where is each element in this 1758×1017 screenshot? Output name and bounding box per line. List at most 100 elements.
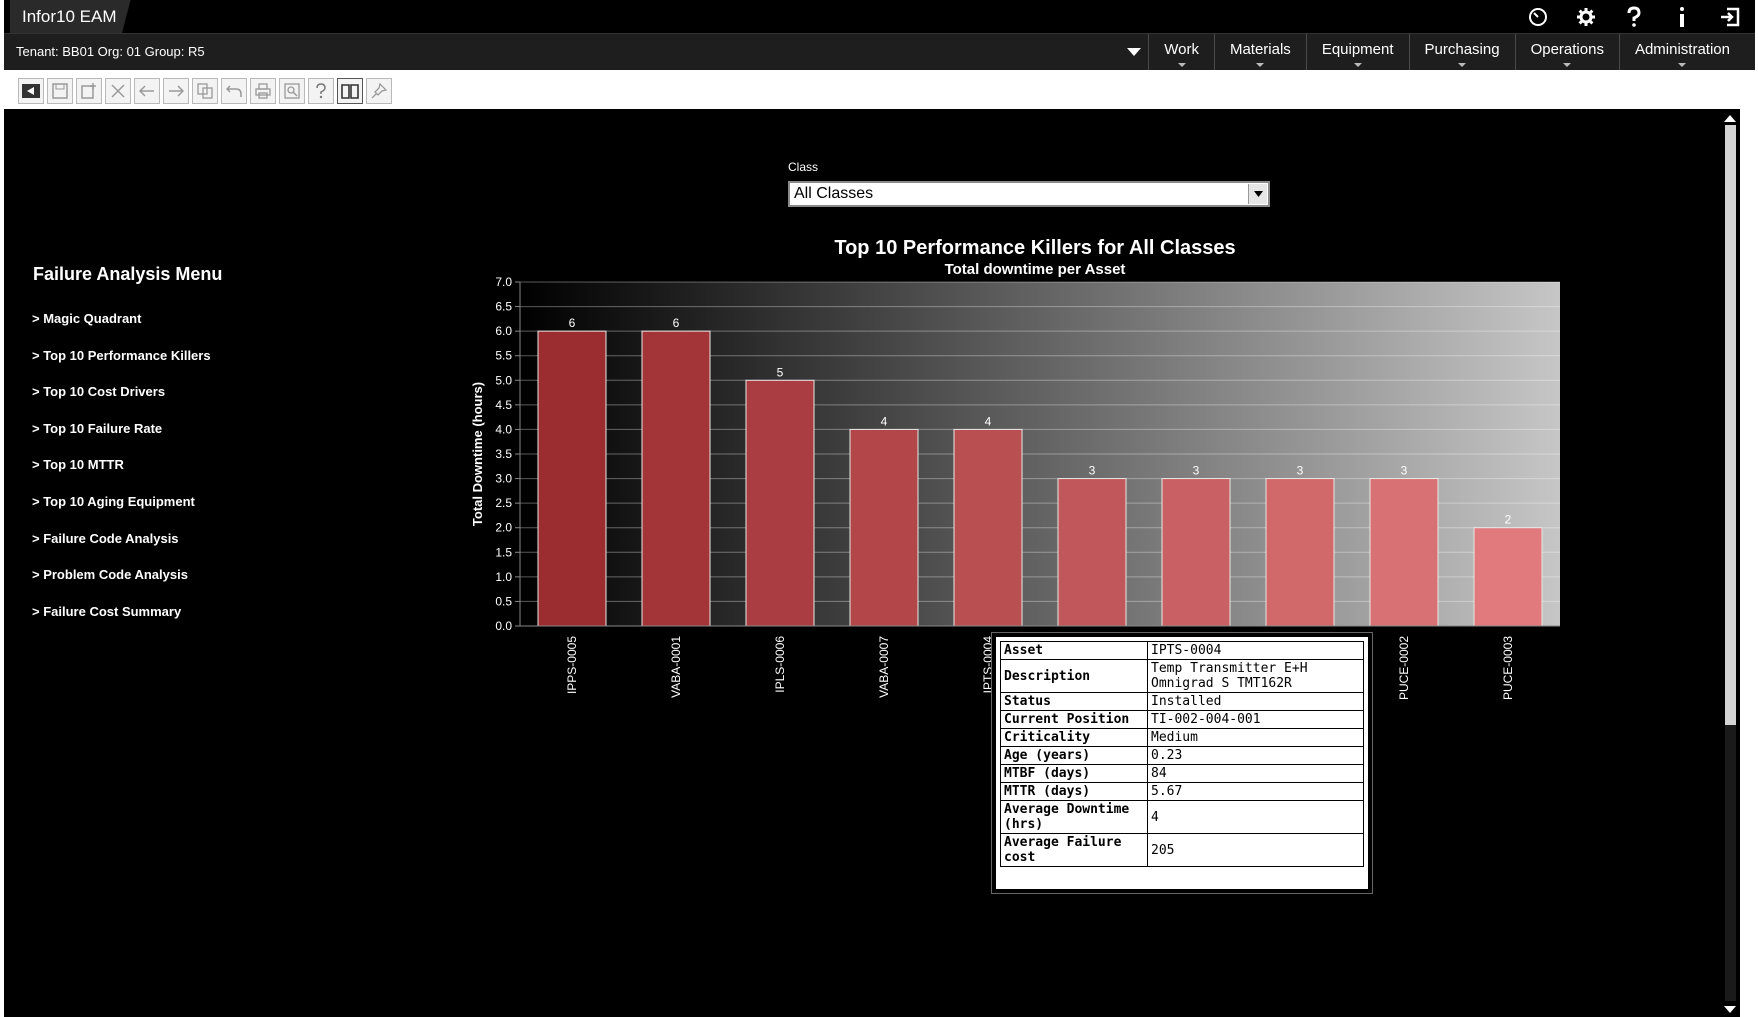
speedometer-icon[interactable] [1525,7,1551,27]
undo-icon [226,85,242,97]
y-axis-label: Total Downtime (hours) [470,382,485,526]
y-tick-label: 1.5 [495,545,512,559]
nav-operations[interactable]: Operations [1514,34,1619,70]
tooltip-row: Asset IPTS-0004 [1000,641,1364,660]
back-button[interactable] [18,78,44,104]
new-record-icon [81,83,96,99]
caret-down-icon [1177,63,1186,67]
next-icon [169,85,184,97]
menu-item-top10-failure-rate[interactable]: > Top 10 Failure Rate [32,420,211,457]
nav-work[interactable]: Work [1148,34,1214,70]
menu-item-failure-code-analysis[interactable]: > Failure Code Analysis [32,530,211,567]
help-button[interactable] [308,78,334,104]
save-icon [52,83,68,99]
bar-value-label: 6 [569,316,576,330]
dropdown-arrow-icon[interactable] [1248,184,1267,204]
logout-icon[interactable] [1717,6,1743,28]
scroll-down-icon[interactable] [1724,1006,1736,1013]
bar[interactable] [849,428,919,627]
scroll-up-icon[interactable] [1724,115,1736,122]
tooltip-value: Installed [1147,692,1364,711]
nav-label: Equipment [1321,41,1394,58]
nav-purchasing[interactable]: Purchasing [1408,34,1515,70]
bar[interactable] [1265,478,1335,627]
bar[interactable] [1473,527,1543,627]
tooltip-row: Average Failure cost 205 [1000,833,1364,867]
nav-label: Operations [1530,41,1604,58]
nav-label: Purchasing [1424,41,1500,58]
vertical-scrollbar[interactable] [1720,109,1740,1017]
menu-item-top10-mttr[interactable]: > Top 10 MTTR [32,456,211,493]
tooltip-key: Average Failure cost [1000,833,1148,867]
menu-item-problem-code-analysis[interactable]: > Problem Code Analysis [32,566,211,603]
y-tick-label: 2.5 [495,496,512,510]
new-record-button[interactable] [76,78,102,104]
copy-button[interactable] [192,78,218,104]
pin-icon [371,83,387,99]
class-label: Class [788,160,819,174]
bar-value-label: 2 [1505,513,1512,527]
pin-button[interactable] [366,78,392,104]
undo-button[interactable] [221,78,247,104]
class-select[interactable]: All Classes [788,181,1270,207]
tooltip-value: Temp Transmitter E+H Omnigrad S TMT162R [1147,659,1364,693]
top-icons-group [1525,0,1743,33]
delete-button[interactable] [105,78,131,104]
bar[interactable] [953,428,1023,627]
bar[interactable] [537,330,607,627]
y-tick-label: 1.0 [495,570,512,584]
tooltip-key: MTBF (days) [1000,764,1148,783]
bar[interactable] [641,330,711,627]
chart-title: Top 10 Performance Killers for All Class… [834,237,1235,259]
bar[interactable] [1161,478,1231,627]
caret-down-icon [1563,63,1572,67]
nav-materials[interactable]: Materials [1213,34,1306,70]
bar[interactable] [745,379,815,627]
y-tick-label: 5.0 [495,373,512,387]
menu-item-top10-aging-equipment[interactable]: > Top 10 Aging Equipment [32,493,211,530]
tooltip-table: Asset IPTS-0004 Description Temp Transmitte… [1000,641,1364,867]
x-tick-label: VABA-0001 [669,636,683,698]
x-tick-label: VABA-0007 [877,636,891,698]
menu-item-failure-cost-summary[interactable]: > Failure Cost Summary [32,603,211,640]
gear-icon[interactable] [1573,7,1599,27]
tooltip-key: Asset [1000,641,1148,660]
nav-label: Materials [1229,41,1291,58]
tenant-info: Tenant: BB01 Org: 01 Group: R5 [16,44,205,59]
menu-item-magic-quadrant[interactable]: > Magic Quadrant [32,310,211,347]
tooltip-value: 0.23 [1147,746,1364,765]
help-icon [316,83,326,99]
class-select-value: All Classes [794,185,874,202]
menu-item-top10-cost-drivers[interactable]: > Top 10 Cost Drivers [32,383,211,420]
book-button[interactable] [337,78,363,104]
tooltip-key: Description [1000,659,1148,693]
nav-administration[interactable]: Administration [1618,34,1745,70]
bar[interactable] [1369,478,1439,627]
info-icon[interactable] [1669,6,1695,28]
y-tick-label: 0.5 [495,594,512,608]
save-button[interactable] [47,78,73,104]
preview-button[interactable] [279,78,305,104]
y-tick-label: 0.0 [495,619,512,633]
y-tick-label: 3.5 [495,447,512,461]
tooltip-row: Age (years) 0.23 [1000,746,1364,765]
preview-icon [284,83,300,99]
scroll-thumb[interactable] [1725,125,1736,725]
menu-item-top10-performance-killers[interactable]: > Top 10 Performance Killers [32,347,211,384]
bar-value-label: 3 [1297,464,1304,478]
app-title: Infor10 EAM [10,0,131,33]
bar-value-label: 4 [985,414,992,428]
bar-value-label: 3 [1193,464,1200,478]
y-tick-label: 4.5 [495,398,512,412]
x-tick-label: PUCE-0003 [1501,636,1515,700]
next-button[interactable] [163,78,189,104]
previous-button[interactable] [134,78,160,104]
y-tick-label: 6.5 [495,300,512,314]
help-icon[interactable] [1621,5,1647,28]
nav-dropdown-button[interactable] [1120,34,1148,70]
bar[interactable] [1057,478,1127,627]
x-tick-label: IPLS-0006 [773,636,787,693]
print-button[interactable] [250,78,276,104]
back-icon [22,84,40,98]
nav-equipment[interactable]: Equipment [1305,34,1409,70]
